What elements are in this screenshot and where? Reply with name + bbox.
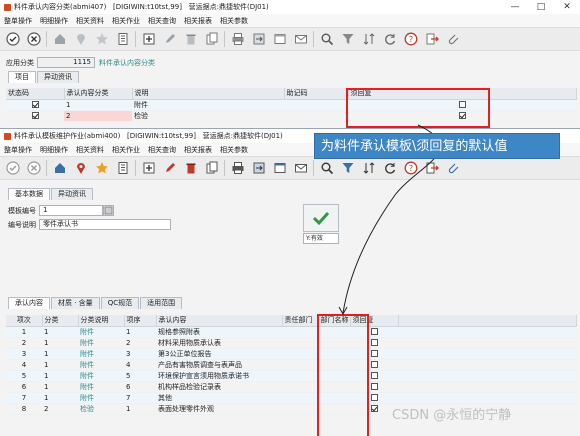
- annotation-callout: 为料件承认模板\须回复的默认值: [314, 133, 560, 159]
- connector-arrow: [338, 124, 441, 316]
- watermark: CSDN @永恒的宁静: [392, 408, 512, 423]
